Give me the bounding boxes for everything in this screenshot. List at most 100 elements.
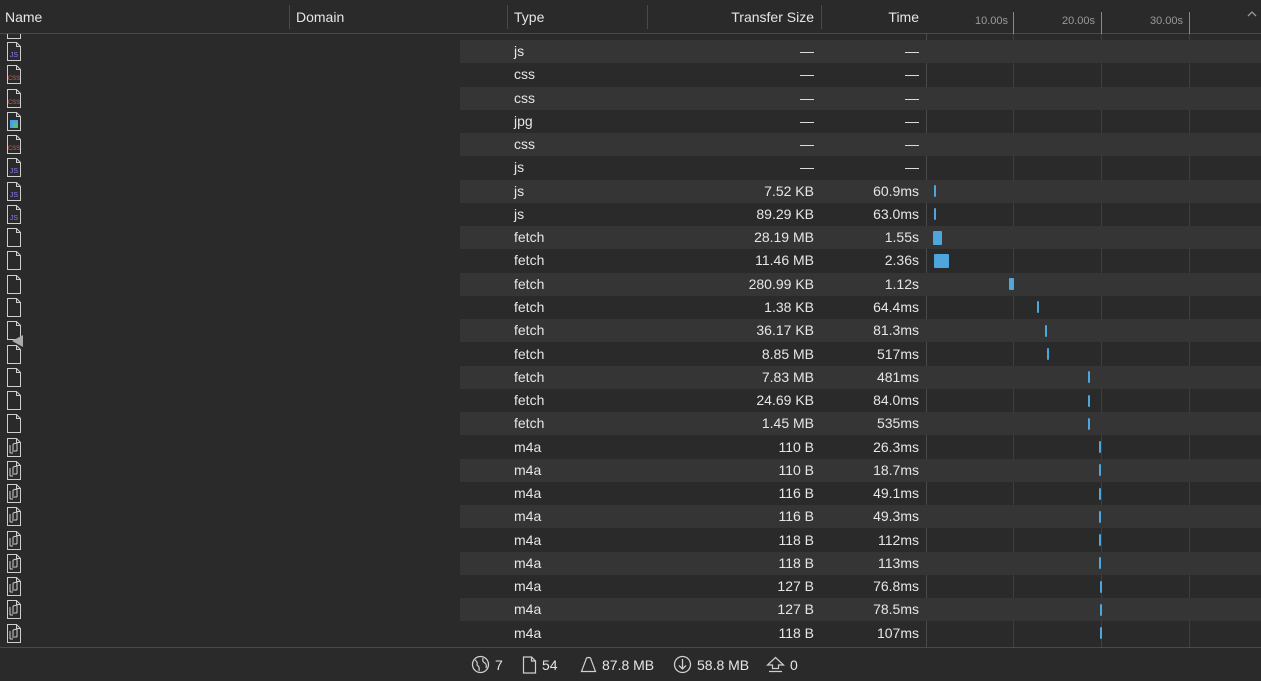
cell-time: 18.7ms <box>873 461 919 478</box>
row-background <box>460 133 1261 157</box>
timeline-bar[interactable] <box>1099 627 1102 640</box>
status-bar: 7 54 87.8 MB 58.8 MB 0 <box>0 647 1261 681</box>
table-row[interactable]: fetch 11.46 MB 2.36s <box>0 249 1261 272</box>
timeline-bar[interactable] <box>1087 394 1090 407</box>
table-row[interactable]: m4a 118 B 113ms <box>0 551 1261 575</box>
audio-file-icon <box>7 437 21 457</box>
table-row[interactable]: fetch 36.17 KB 81.3ms <box>0 319 1261 343</box>
table-row[interactable]: fetch 1.38 KB 64.4ms <box>0 296 1261 319</box>
sort-chevron-up-icon[interactable] <box>1247 10 1257 18</box>
generic-file-icon <box>7 391 21 411</box>
timeline-tick <box>1013 12 1014 34</box>
column-header-type[interactable]: Type <box>514 0 544 34</box>
row-background <box>460 272 1261 296</box>
timeline-bar[interactable] <box>1099 580 1102 593</box>
cell-time: — <box>905 89 919 106</box>
table-row[interactable]: JS js — — <box>0 40 1261 63</box>
column-header-transfer-size[interactable]: Transfer Size <box>731 0 814 34</box>
column-header-time[interactable]: Time <box>888 0 919 34</box>
table-row[interactable]: m4a 118 B 107ms <box>0 622 1261 645</box>
timeline-bar[interactable] <box>933 208 936 221</box>
column-divider[interactable] <box>821 5 822 29</box>
timeline-bar[interactable] <box>933 185 936 198</box>
cell-transfer-size: 24.69 KB <box>756 392 814 409</box>
cell-time: — <box>905 43 919 59</box>
table-row[interactable]: m4a 116 B 49.3ms <box>0 505 1261 529</box>
svg-text:JS: JS <box>10 168 19 175</box>
row-background <box>460 412 1261 436</box>
timeline-bar[interactable] <box>1098 464 1101 477</box>
cell-time: 517ms <box>876 345 919 362</box>
download-icon <box>673 655 692 674</box>
table-row[interactable]: fetch 1.45 MB 535ms <box>0 412 1261 436</box>
svg-text:JS: JS <box>10 52 19 59</box>
timeline-bar[interactable] <box>1087 371 1090 384</box>
table-row[interactable]: m4a 127 B 76.8ms <box>0 575 1261 598</box>
timeline-bar[interactable] <box>1036 301 1039 314</box>
cell-type: css <box>514 66 535 83</box>
svg-text:JS: JS <box>10 215 19 222</box>
row-background <box>460 389 1261 412</box>
svg-text:CSS: CSS <box>8 76 20 82</box>
timeline-tick-label: 10.00s <box>975 15 1009 27</box>
cell-type: fetch <box>514 392 545 409</box>
timeline-bar[interactable] <box>1047 348 1050 360</box>
column-divider[interactable] <box>507 5 508 29</box>
table-row[interactable]: CSS css — — <box>0 63 1261 86</box>
js-file-icon: JS <box>7 42 21 61</box>
timeline-bar[interactable] <box>1099 603 1102 616</box>
cell-time: 2.36s <box>884 252 919 269</box>
column-header-domain[interactable]: Domain <box>296 0 344 34</box>
cell-type: fetch <box>514 345 545 362</box>
cell-transfer-size: 127 B <box>777 578 814 595</box>
table-row[interactable]: fetch 28.19 MB 1.55s <box>0 226 1261 250</box>
timeline-bar[interactable] <box>933 230 943 245</box>
row-background <box>460 296 1261 319</box>
cell-transfer-size: 116 B <box>778 485 814 502</box>
resource-list[interactable]: JS js — — CSS css — — CSS css — — jpg — — CSS css — — JS js —… <box>0 34 1261 647</box>
timeline-bar[interactable] <box>1009 278 1014 291</box>
cell-type: js <box>514 159 525 176</box>
table-row[interactable]: fetch 280.99 KB 1.12s <box>0 272 1261 296</box>
column-divider[interactable] <box>647 5 648 29</box>
table-row[interactable]: m4a 110 B 18.7ms <box>0 458 1261 482</box>
cell-type: fetch <box>514 298 545 315</box>
table-row[interactable]: JS js — — <box>0 156 1261 179</box>
column-header-name[interactable]: Name <box>5 0 42 34</box>
js-file-icon: JS <box>7 204 21 224</box>
column-divider[interactable] <box>289 5 290 29</box>
table-row[interactable]: m4a 127 B 78.5ms <box>0 598 1261 622</box>
table-row[interactable]: fetch 24.69 KB 84.0ms <box>0 389 1261 412</box>
row-background <box>460 622 1261 645</box>
collapse-arrow-icon[interactable] <box>12 335 23 347</box>
timeline-bar[interactable] <box>1098 487 1101 500</box>
table-row[interactable]: m4a 118 B 112ms <box>0 529 1261 552</box>
table-row[interactable]: CSS css — — <box>0 86 1261 110</box>
table-row[interactable]: JS js 89.29 KB 63.0ms <box>0 203 1261 226</box>
cell-transfer-size: 28.19 MB <box>754 229 814 246</box>
cell-time: 49.1ms <box>873 485 919 502</box>
timeline-bar[interactable] <box>1098 441 1101 454</box>
table-row[interactable]: fetch 8.85 MB 517ms <box>0 343 1261 366</box>
timeline-bar[interactable] <box>1087 417 1090 430</box>
cell-type: fetch <box>514 368 545 385</box>
cell-type: js <box>514 43 525 59</box>
table-row[interactable]: CSS css — — <box>0 133 1261 157</box>
row-background <box>460 63 1261 86</box>
table-row[interactable]: fetch 7.83 MB 481ms <box>0 365 1261 389</box>
cell-type: fetch <box>514 275 545 292</box>
table-row[interactable]: jpg — — <box>0 110 1261 133</box>
table-row[interactable]: m4a 116 B 49.1ms <box>0 482 1261 505</box>
audio-file-icon <box>7 600 21 620</box>
cell-time: 113ms <box>878 554 919 571</box>
table-row[interactable]: JS js 7.52 KB 60.9ms <box>0 179 1261 203</box>
row-background <box>460 551 1261 575</box>
cell-transfer-size: 1.38 KB <box>764 298 814 315</box>
table-row[interactable]: m4a 110 B 26.3ms <box>0 436 1261 459</box>
timeline-bar[interactable] <box>1098 510 1101 523</box>
cell-time: 1.55s <box>884 229 919 246</box>
audio-file-icon <box>7 530 21 550</box>
row-background <box>460 343 1261 366</box>
timeline-bar[interactable] <box>933 253 949 268</box>
cell-time: — <box>905 159 919 176</box>
